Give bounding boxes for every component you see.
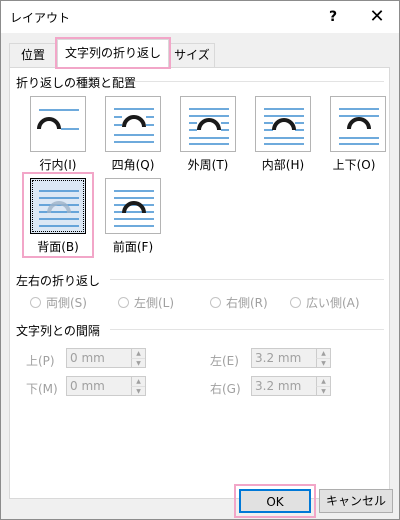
wrap-inline-icon xyxy=(37,109,79,130)
spin-down-icon[interactable]: ▼ xyxy=(316,358,330,367)
layout-dialog: レイアウト ? ✕ 位置 文字列の折り返し サイズ 折り返しの種類と配置 行内(… xyxy=(0,0,400,520)
radio-both-sides[interactable]: 両側(S) xyxy=(30,294,87,311)
wrap-behind-icon xyxy=(39,190,79,227)
radio-largest-side[interactable]: 広い側(A) xyxy=(290,294,360,311)
distance-top-input[interactable] xyxy=(70,351,128,365)
wrap-option-label: 外周(T) xyxy=(187,158,229,172)
wrap-option-front[interactable] xyxy=(105,178,161,234)
distance-bottom-label: 下(M) xyxy=(26,382,58,396)
separator xyxy=(110,329,384,330)
dialog-title: レイアウト xyxy=(10,11,71,25)
radio-left-side[interactable]: 左側(L) xyxy=(118,294,174,311)
spin-up-icon[interactable]: ▲ xyxy=(131,377,145,386)
distance-left-label: 左(E) xyxy=(210,354,239,368)
distance-top-label: 上(P) xyxy=(26,354,55,368)
wrap-option-inline[interactable] xyxy=(30,96,86,152)
wrap-option-square[interactable] xyxy=(105,96,161,152)
cancel-button[interactable]: キャンセル xyxy=(319,489,393,513)
radio-label: 広い側(A) xyxy=(306,296,360,310)
wrap-option-label: 内部(H) xyxy=(261,158,305,172)
wrap-option-label: 行内(I) xyxy=(39,158,77,172)
tab-position[interactable]: 位置 xyxy=(9,43,57,67)
wrap-through-icon xyxy=(264,108,304,145)
tab-page-text-wrapping: 折り返しの種類と配置 行内(I) 四角(Q) 外周(T) 内部(H) 上下(O)… xyxy=(9,67,390,499)
spin-up-icon[interactable]: ▲ xyxy=(316,349,330,358)
wrap-option-behind[interactable] xyxy=(30,178,86,234)
wrap-option-top-bottom[interactable] xyxy=(330,96,386,152)
wrap-option-label: 上下(O) xyxy=(332,158,376,172)
radio-label: 右側(R) xyxy=(226,296,268,310)
dialog-body: 位置 文字列の折り返し サイズ 折り返しの種類と配置 行内(I) 四角(Q) 外… xyxy=(1,33,399,519)
wrap-front-icon xyxy=(114,190,154,227)
spin-down-icon[interactable]: ▼ xyxy=(131,386,145,395)
wrap-tight-icon xyxy=(189,108,229,145)
help-button[interactable]: ? xyxy=(311,1,355,33)
wrap-top-bottom-icon xyxy=(339,108,379,145)
wrap-option-through[interactable] xyxy=(255,96,311,152)
spin-up-icon[interactable]: ▲ xyxy=(316,377,330,386)
spin-up-icon[interactable]: ▲ xyxy=(131,349,145,358)
wrap-option-label: 背面(B) xyxy=(37,240,79,254)
title-bar[interactable]: レイアウト ? ✕ xyxy=(1,1,399,33)
spin-down-icon[interactable]: ▼ xyxy=(131,358,145,367)
wrap-square-icon xyxy=(114,108,154,143)
wrap-option-tight[interactable] xyxy=(180,96,236,152)
tab-size[interactable]: サイズ xyxy=(169,43,215,67)
wrap-option-label: 前面(F) xyxy=(112,240,154,254)
wrap-side-section-label: 左右の折り返し xyxy=(16,274,101,288)
distance-top-spinner[interactable]: ▲ ▼ xyxy=(66,348,146,368)
radio-label: 両側(S) xyxy=(46,296,87,310)
distance-right-label: 右(G) xyxy=(210,382,241,396)
distance-right-input[interactable] xyxy=(255,379,313,393)
distance-left-input[interactable] xyxy=(255,351,313,365)
radio-circle xyxy=(118,297,129,308)
distance-bottom-input[interactable] xyxy=(70,379,128,393)
radio-circle xyxy=(210,297,221,308)
separator xyxy=(134,81,384,82)
radio-right-side[interactable]: 右側(R) xyxy=(210,294,268,311)
close-button[interactable]: ✕ xyxy=(355,1,399,33)
distance-right-spinner[interactable]: ▲ ▼ xyxy=(251,376,331,396)
distance-bottom-spinner[interactable]: ▲ ▼ xyxy=(66,376,146,396)
radio-circle xyxy=(30,297,41,308)
wrap-option-label: 四角(Q) xyxy=(111,158,155,172)
wrapping-section-label: 折り返しの種類と配置 xyxy=(16,76,137,90)
tab-text-wrapping[interactable]: 文字列の折り返し xyxy=(57,39,169,68)
ok-button[interactable]: OK xyxy=(239,489,311,513)
spin-down-icon[interactable]: ▼ xyxy=(316,386,330,395)
distance-left-spinner[interactable]: ▲ ▼ xyxy=(251,348,331,368)
radio-circle xyxy=(290,297,301,308)
separator xyxy=(110,279,384,280)
radio-label: 左側(L) xyxy=(134,296,175,310)
distance-section-label: 文字列との間隔 xyxy=(16,324,100,338)
